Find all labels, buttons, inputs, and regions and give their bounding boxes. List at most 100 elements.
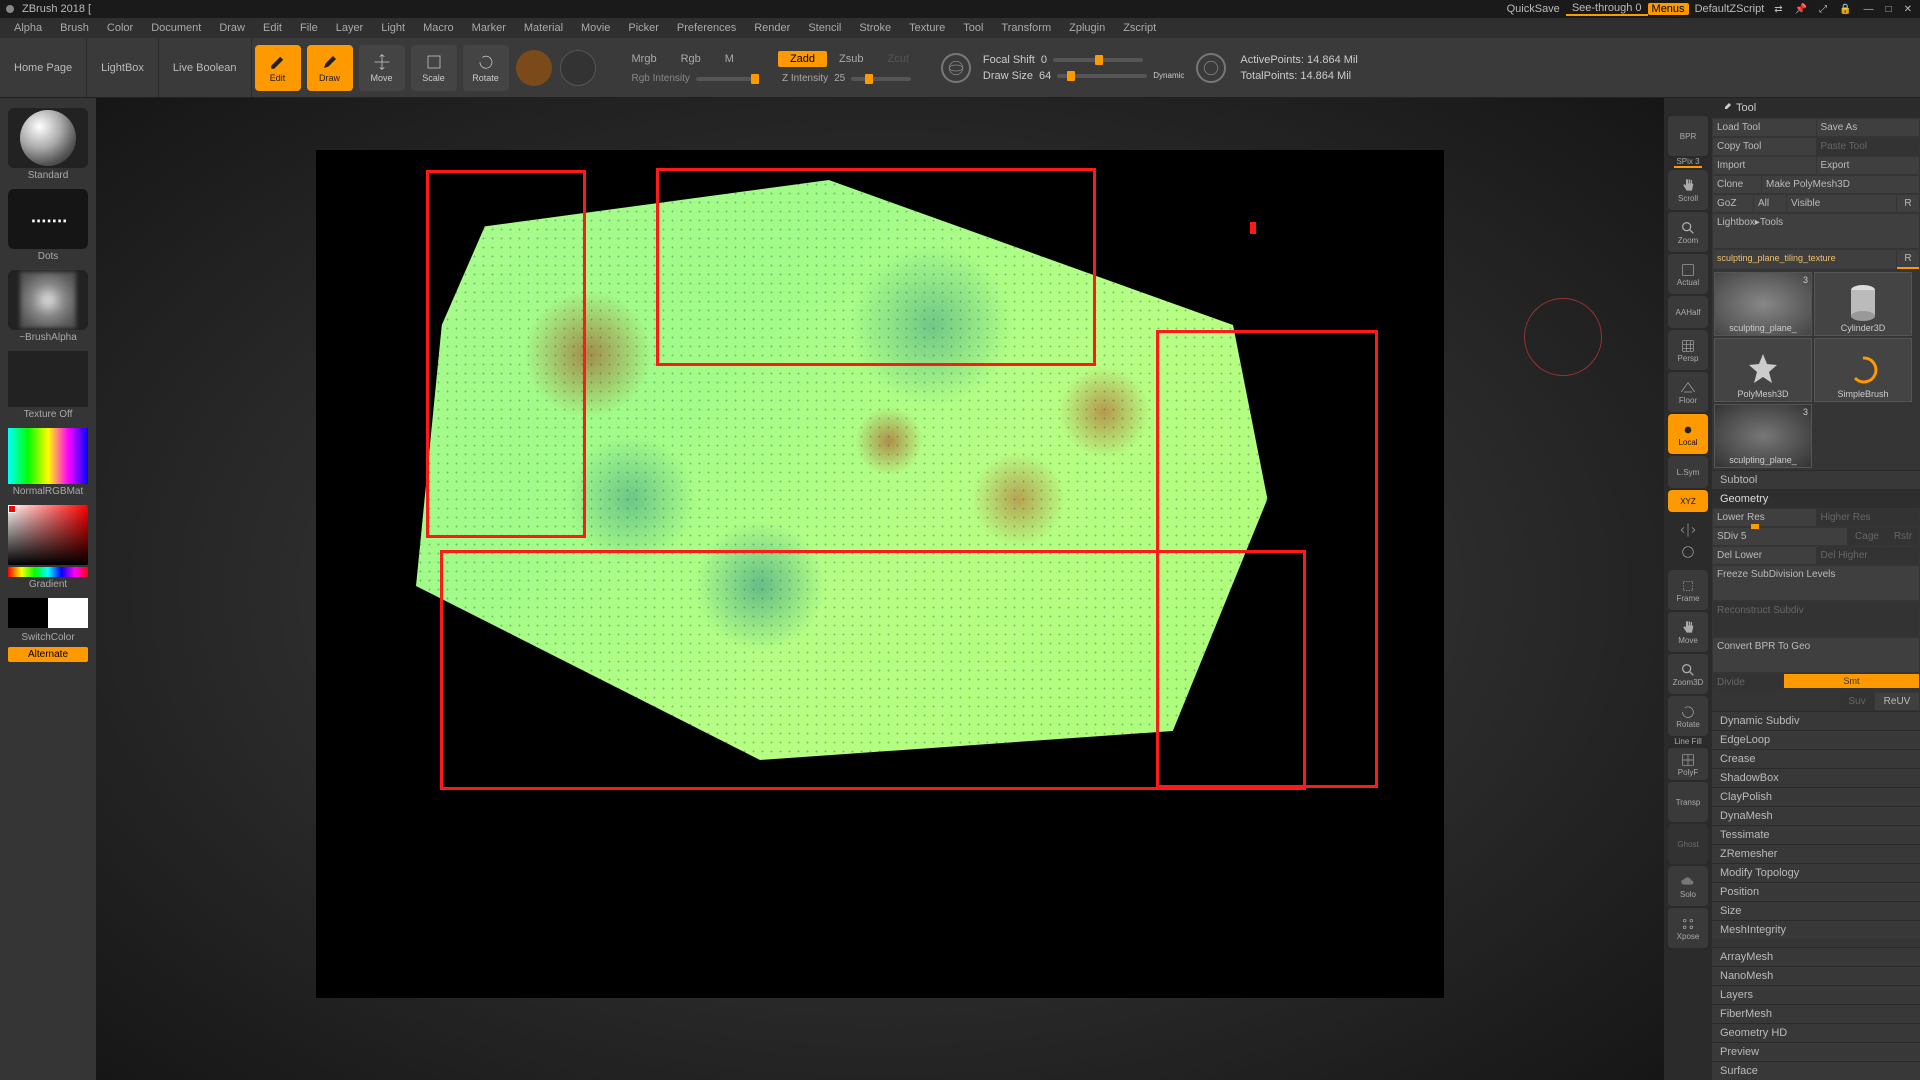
persp-button[interactable]: Persp bbox=[1668, 330, 1708, 370]
import-button[interactable]: Import bbox=[1713, 157, 1816, 174]
lightbox-button[interactable]: LightBox bbox=[87, 38, 159, 97]
brush-gyro-icon[interactable] bbox=[1196, 53, 1226, 83]
move3d-button[interactable]: Move bbox=[1668, 612, 1708, 652]
mirror-icon[interactable] bbox=[1680, 522, 1696, 538]
reuv-button[interactable]: ReUV bbox=[1875, 693, 1919, 710]
goz-all-button[interactable]: All bbox=[1754, 195, 1786, 212]
modify-topology-section[interactable]: Modify Topology bbox=[1712, 863, 1920, 882]
crease-section[interactable]: Crease bbox=[1712, 749, 1920, 768]
polyf-button[interactable]: PolyF bbox=[1668, 748, 1708, 780]
geometry-section[interactable]: Geometry bbox=[1712, 489, 1920, 508]
canvas[interactable] bbox=[316, 150, 1444, 998]
scroll-button[interactable]: Scroll bbox=[1668, 170, 1708, 210]
menu-material[interactable]: Material bbox=[524, 22, 563, 34]
goz-button[interactable]: GoZ bbox=[1713, 195, 1753, 212]
rstr-button[interactable]: Rstr bbox=[1887, 528, 1919, 545]
menu-alpha[interactable]: Alpha bbox=[14, 22, 42, 34]
solo-button[interactable]: Solo bbox=[1668, 866, 1708, 906]
alpha-selector[interactable] bbox=[8, 270, 88, 330]
lower-res-button[interactable]: Lower Res bbox=[1713, 509, 1816, 526]
hue-strip[interactable] bbox=[8, 567, 88, 577]
convert-bpr-button[interactable]: Convert BPR To Geo bbox=[1713, 638, 1919, 672]
menu-stroke[interactable]: Stroke bbox=[859, 22, 891, 34]
shadowbox-section[interactable]: ShadowBox bbox=[1712, 768, 1920, 787]
draw-size-slider[interactable] bbox=[1057, 74, 1147, 78]
menu-marker[interactable]: Marker bbox=[472, 22, 506, 34]
mode-m[interactable]: M bbox=[713, 51, 764, 67]
pin-icon[interactable]: 📌 bbox=[1791, 4, 1811, 15]
seethrough-control[interactable]: See-through 0 bbox=[1566, 2, 1648, 16]
tool-tile-simplebrush[interactable]: SimpleBrush bbox=[1814, 338, 1912, 402]
stroke-selector[interactable]: ∙∙∙∙∙∙∙ bbox=[8, 189, 88, 249]
menu-preferences[interactable]: Preferences bbox=[677, 22, 736, 34]
menu-color[interactable]: Color bbox=[107, 22, 133, 34]
floor-button[interactable]: Floor bbox=[1668, 372, 1708, 412]
alternate-button[interactable]: Alternate bbox=[8, 647, 88, 662]
zremesher-section[interactable]: ZRemesher bbox=[1712, 844, 1920, 863]
actual-button[interactable]: Actual bbox=[1668, 254, 1708, 294]
edit-mode-button[interactable]: Edit bbox=[255, 45, 301, 91]
material-selector[interactable] bbox=[8, 428, 88, 484]
clone-button[interactable]: Clone bbox=[1713, 176, 1761, 193]
focal-shift-slider[interactable] bbox=[1053, 58, 1143, 62]
higher-res-button[interactable]: Higher Res bbox=[1817, 509, 1920, 526]
size-section[interactable]: Size bbox=[1712, 901, 1920, 920]
geometryhd-section[interactable]: Geometry HD bbox=[1712, 1023, 1920, 1042]
frame-button[interactable]: Frame bbox=[1668, 570, 1708, 610]
menus-button[interactable]: Menus bbox=[1648, 3, 1689, 15]
suv-button[interactable]: Suv bbox=[1840, 693, 1874, 710]
bpr-button[interactable]: BPR bbox=[1668, 116, 1708, 156]
freeze-subdiv-button[interactable]: Freeze SubDivision Levels bbox=[1713, 566, 1919, 600]
smt-toggle[interactable]: Smt bbox=[1784, 674, 1919, 688]
gizmo-toggle[interactable] bbox=[560, 50, 596, 86]
lightbox-tools[interactable]: Lightbox▸Tools bbox=[1713, 214, 1919, 248]
viewport[interactable] bbox=[96, 98, 1664, 1080]
xyz-button[interactable]: XYZ bbox=[1668, 490, 1708, 512]
copy-tool-button[interactable]: Copy Tool bbox=[1713, 138, 1816, 155]
home-page-button[interactable]: Home Page bbox=[0, 38, 87, 97]
rotate-mode-button[interactable]: Rotate bbox=[463, 45, 509, 91]
arraymesh-section[interactable]: ArrayMesh bbox=[1712, 947, 1920, 966]
goz-r-button[interactable]: R bbox=[1897, 195, 1919, 212]
live-boolean-button[interactable]: Live Boolean bbox=[159, 38, 252, 97]
transp-button[interactable]: Transp bbox=[1668, 782, 1708, 822]
color-picker[interactable] bbox=[8, 505, 88, 565]
ghost-button[interactable]: Ghost bbox=[1668, 824, 1708, 864]
tool-tile-cylinder[interactable]: Cylinder3D bbox=[1814, 272, 1912, 336]
stroke-gyro-icon[interactable] bbox=[941, 53, 971, 83]
texture-selector[interactable] bbox=[8, 351, 88, 407]
load-tool-button[interactable]: Load Tool bbox=[1713, 119, 1816, 136]
menu-transform[interactable]: Transform bbox=[1001, 22, 1051, 34]
rotate3d-button[interactable]: Rotate bbox=[1668, 696, 1708, 736]
make-polymesh-button[interactable]: Make PolyMesh3D bbox=[1762, 176, 1919, 193]
menu-texture[interactable]: Texture bbox=[909, 22, 945, 34]
move-mode-button[interactable]: Move bbox=[359, 45, 405, 91]
menu-edit[interactable]: Edit bbox=[263, 22, 282, 34]
menu-brush[interactable]: Brush bbox=[60, 22, 89, 34]
del-lower-button[interactable]: Del Lower bbox=[1713, 547, 1816, 564]
zoom3d-button[interactable]: Zoom3D bbox=[1668, 654, 1708, 694]
goz-visible-button[interactable]: Visible bbox=[1787, 195, 1896, 212]
menu-tool[interactable]: Tool bbox=[963, 22, 983, 34]
mode-rgb[interactable]: Rgb bbox=[669, 51, 713, 67]
preview-section[interactable]: Preview bbox=[1712, 1042, 1920, 1061]
menu-render[interactable]: Render bbox=[754, 22, 790, 34]
save-as-button[interactable]: Save As bbox=[1817, 119, 1920, 136]
aahalf-button[interactable]: AAHalf bbox=[1668, 296, 1708, 328]
menu-movie[interactable]: Movie bbox=[581, 22, 610, 34]
lock-icon[interactable]: 🔒 bbox=[1835, 4, 1855, 15]
sculptris-toggle[interactable] bbox=[516, 50, 552, 86]
dynamic-subdiv-section[interactable]: Dynamic Subdiv bbox=[1712, 711, 1920, 730]
tool-tile-polymesh[interactable]: PolyMesh3D bbox=[1714, 338, 1812, 402]
paste-tool-button[interactable]: Paste Tool bbox=[1817, 138, 1920, 155]
cage-button[interactable]: Cage bbox=[1848, 528, 1886, 545]
menu-macro[interactable]: Macro bbox=[423, 22, 454, 34]
menu-file[interactable]: File bbox=[300, 22, 318, 34]
tool-tile-plane2[interactable]: 3sculpting_plane_ bbox=[1714, 404, 1812, 468]
edgeloop-section[interactable]: EdgeLoop bbox=[1712, 730, 1920, 749]
menu-light[interactable]: Light bbox=[381, 22, 405, 34]
mode-zcut[interactable]: Zcut bbox=[875, 51, 920, 67]
lsym-button[interactable]: L.Sym bbox=[1668, 456, 1708, 488]
radial-icon[interactable] bbox=[1680, 544, 1696, 560]
xpose-button[interactable]: Xpose bbox=[1668, 908, 1708, 948]
